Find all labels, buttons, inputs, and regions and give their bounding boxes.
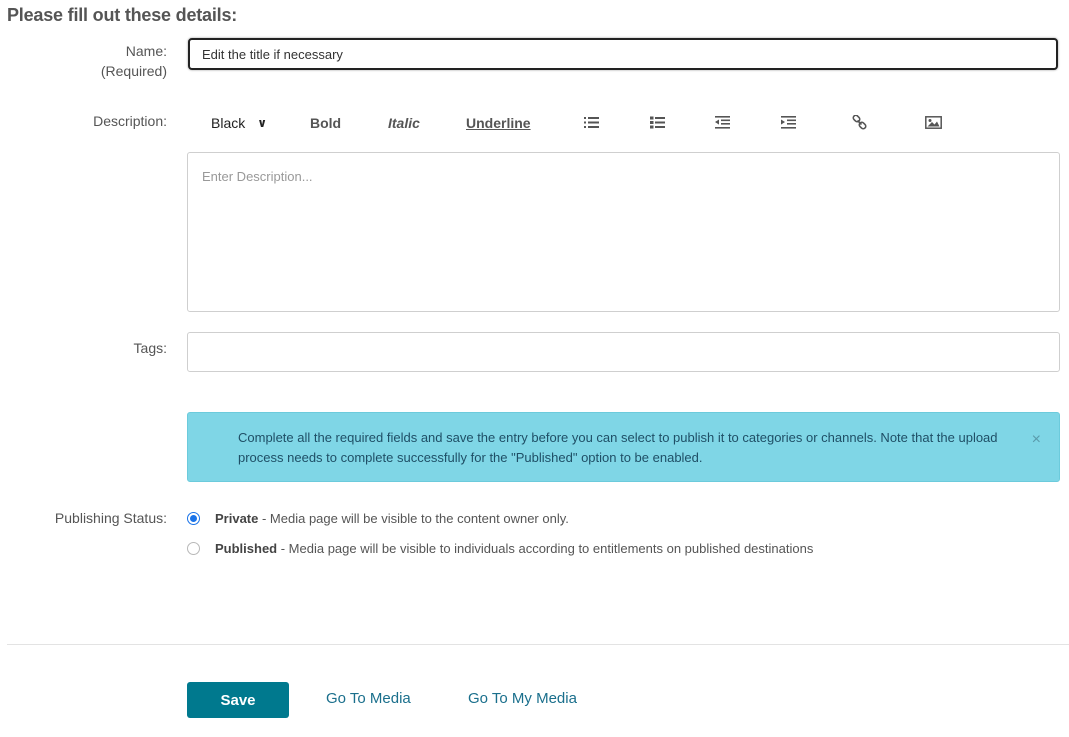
published-title: Published [215, 541, 278, 556]
info-alert: Complete all the required fields and sav… [187, 412, 1060, 482]
image-button[interactable] [925, 110, 942, 136]
published-desc: - Media page will be visible to individu… [277, 541, 814, 556]
text-color-value: Black [211, 115, 246, 131]
radio-private-label: Private - Media page will be visible to … [215, 509, 569, 529]
page-title: Please fill out these details: [7, 5, 238, 25]
name-label: Name: (Required) [101, 41, 167, 81]
underline-button[interactable]: Underline [466, 110, 531, 136]
chevron-down-icon: ∨ [257, 116, 267, 130]
ordered-list-icon [650, 116, 665, 129]
indent-button[interactable] [781, 110, 796, 136]
indent-icon [781, 116, 796, 129]
link-icon [852, 115, 867, 130]
unordered-list-button[interactable] [584, 110, 599, 136]
close-icon[interactable]: × [1032, 431, 1041, 449]
radio-button-private[interactable] [187, 512, 200, 525]
radio-button-published[interactable] [187, 542, 200, 555]
tags-label: Tags: [133, 340, 167, 356]
alert-message: Complete all the required fields and sav… [238, 430, 998, 465]
private-title: Private [215, 511, 259, 526]
ordered-list-button[interactable] [650, 110, 665, 136]
tags-input[interactable] [187, 332, 1060, 372]
outdent-button[interactable] [715, 110, 730, 136]
radio-published-label: Published - Media page will be visible t… [215, 539, 813, 559]
name-required-label: (Required) [100, 63, 167, 79]
italic-button[interactable]: Italic [388, 110, 420, 136]
text-color-dropdown[interactable]: Black ∨ [211, 110, 267, 136]
outdent-icon [715, 116, 730, 129]
unordered-list-icon [584, 117, 599, 128]
name-label-text: Name: [125, 43, 167, 59]
description-label: Description: [93, 113, 167, 129]
go-to-my-media-link[interactable]: Go To My Media [468, 690, 577, 707]
divider [7, 644, 1069, 645]
bold-button[interactable]: Bold [310, 110, 341, 136]
image-icon [925, 116, 942, 129]
publishing-status-label: Publishing Status: [54, 510, 167, 526]
description-editor[interactable]: Enter Description... [187, 152, 1060, 312]
save-button[interactable]: Save [187, 682, 289, 718]
description-placeholder: Enter Description... [202, 169, 313, 184]
description-toolbar: Black ∨ Bold Italic Underline [188, 110, 1060, 136]
go-to-media-link[interactable]: Go To Media [326, 690, 411, 707]
link-button[interactable] [852, 110, 867, 136]
private-desc: - Media page will be visible to the cont… [258, 511, 569, 526]
name-input[interactable] [188, 38, 1058, 70]
